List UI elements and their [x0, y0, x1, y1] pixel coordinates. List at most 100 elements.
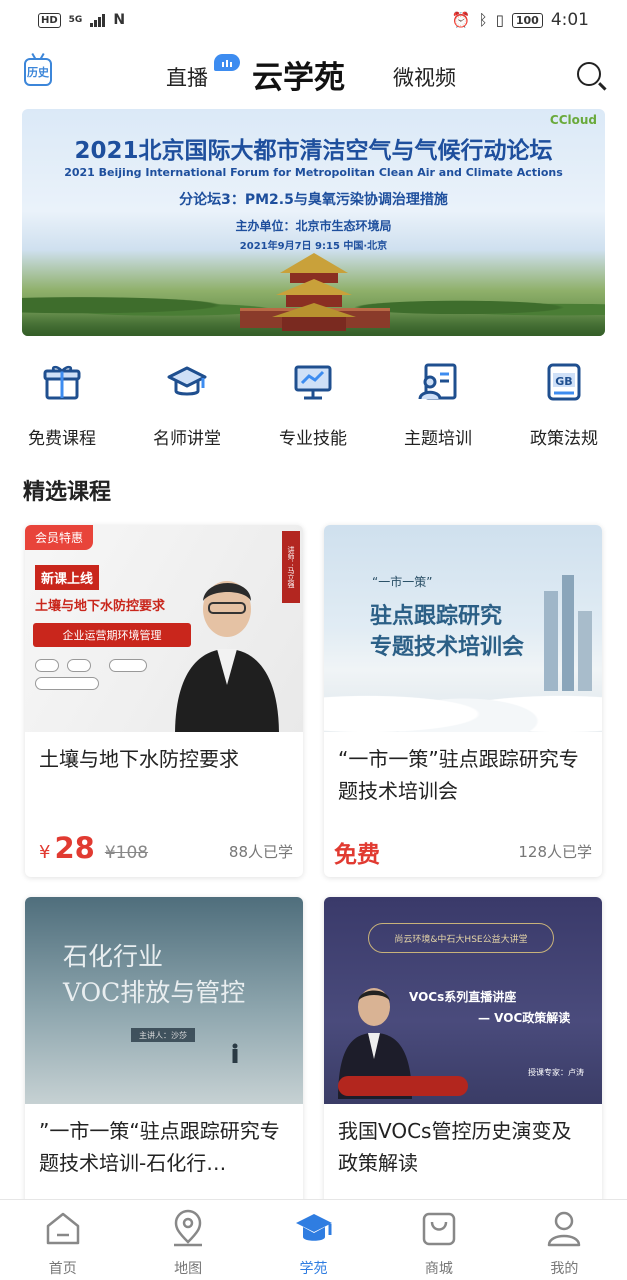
network-type: 5G	[68, 15, 83, 25]
thumbnail-chip	[35, 677, 99, 690]
tower-illustration	[272, 253, 356, 331]
shopping-bag-icon	[422, 1212, 456, 1246]
graduation-cap-icon	[295, 1214, 332, 1241]
course-thumbnail: 尚云环境&中石大HSE公益大讲堂 VOCs系列直播讲座 — VOC政策解读 授课…	[324, 897, 602, 1104]
walking-figure-illustration	[232, 1043, 238, 1063]
status-bar: HD 5G N ⏰ ᛒ ▯ 100 4:01	[0, 0, 627, 40]
nav-label: 首页	[48, 1261, 77, 1277]
gift-icon	[43, 365, 81, 400]
nav-shop[interactable]: 商城	[376, 1200, 501, 1280]
gb-document-icon: GB	[547, 363, 581, 401]
course-title: 我国VOCs管控历史演变及政策解读	[338, 1119, 572, 1175]
status-right: ⏰ ᛒ ▯ 100 4:01	[452, 10, 589, 30]
banner-date: 2021年9月7日 9:15 中国·北京	[239, 241, 388, 252]
category-label: 政策法规	[530, 429, 598, 449]
category-famous-teachers[interactable]: 名师讲堂	[132, 360, 242, 449]
thumbnail-line: 驻点跟踪研究	[370, 604, 503, 629]
free-price-label: 免费	[334, 842, 380, 868]
banner-host: 主办单位：北京市生态环境局	[235, 219, 392, 233]
thumbnail-chip	[67, 659, 91, 672]
category-label: 主题培训	[404, 429, 472, 449]
price-amount: 28	[54, 831, 95, 865]
nav-label: 地图	[174, 1261, 203, 1277]
cloud-illustration	[324, 672, 602, 732]
svg-text:GB: GB	[555, 375, 572, 388]
nav-home[interactable]: 首页	[0, 1200, 125, 1280]
learner-count: 88人已学	[228, 843, 293, 861]
search-icon[interactable]	[577, 62, 601, 86]
course-card[interactable]: “一市一策” 驻点跟踪研究 专题技术培训会 “一市一策”驻点跟踪研究专题技术培训…	[324, 525, 602, 877]
hd-indicator: HD	[38, 12, 61, 28]
podium-illustration	[338, 1076, 468, 1096]
course-title: “一市一策”驻点跟踪研究专题技术培训会	[338, 747, 579, 803]
app-header: 历史 直播 云学苑 微视频	[0, 40, 627, 110]
lecturer-photo	[175, 581, 279, 732]
member-discount-badge: 会员特惠	[25, 525, 94, 550]
thumbnail-line: VOCs系列直播讲座	[409, 990, 517, 1004]
thumbnail-pill: 尚云环境&中石大HSE公益大讲堂	[368, 923, 554, 953]
course-card[interactable]: 石化行业 VOC排放与管控 主讲人：沙莎 ”一市一策“驻点跟踪研究专题技术培训-…	[25, 897, 303, 1217]
alarm-icon: ⏰	[451, 11, 471, 29]
live-indicator-icon	[214, 54, 240, 71]
nav-profile[interactable]: 我的	[502, 1200, 627, 1280]
thumbnail-big-text: 驻点跟踪研究 专题技术培训会	[370, 601, 524, 663]
thumbnail-expert: 授课专家：卢涛	[528, 1068, 584, 1077]
nav-label: 学苑	[299, 1261, 328, 1277]
currency-symbol: ¥	[39, 842, 51, 863]
course-thumbnail: “一市一策” 驻点跟踪研究 专题技术培训会	[324, 525, 602, 732]
category-policy-regulations[interactable]: GB 政策法规	[509, 360, 619, 449]
nav-label: 我的	[550, 1261, 579, 1277]
thumbnail-line: 石化行业	[63, 942, 164, 971]
map-pin-icon	[174, 1209, 203, 1247]
category-label: 名师讲堂	[153, 429, 221, 449]
monitor-chart-icon	[294, 365, 332, 400]
bluetooth-icon: ᛒ	[478, 11, 488, 29]
banner-title: 2021北京国际大都市清洁空气与气候行动论坛	[74, 138, 553, 164]
course-title: ”一市一策“驻点跟踪研究专题技术培训-石化行…	[39, 1119, 280, 1175]
original-price: ¥108	[104, 843, 149, 863]
thumbnail-chip	[35, 659, 59, 672]
course-price: ¥ 28 ¥108	[39, 831, 148, 865]
thumbnail-headline: 土壤与地下水防控要求	[35, 599, 166, 614]
battery-icon: 100	[511, 12, 543, 28]
course-card[interactable]: 会员特惠 新课上线 土壤与地下水防控要求 企业运营期环境管理 讲师：马立强 土壤…	[25, 525, 303, 877]
nfc-icon: N	[113, 12, 126, 28]
course-thumbnail: 石化行业 VOC排放与管控 主讲人：沙莎	[25, 897, 303, 1104]
banner-logo: CCloud	[549, 113, 597, 127]
tab-micro-video[interactable]: 微视频	[393, 62, 456, 92]
tab-live[interactable]: 直播	[166, 62, 208, 92]
bottom-navigation: 首页 地图 学苑 商城 我的	[0, 1199, 627, 1280]
thumbnail-line: — VOC政策解读	[478, 1011, 571, 1025]
category-themed-training[interactable]: 主题培训	[383, 360, 493, 449]
profile-icon	[548, 1211, 581, 1247]
nav-label: 商城	[424, 1261, 453, 1277]
section-title: 精选课程	[23, 480, 112, 505]
graduation-cap-icon	[167, 366, 207, 396]
history-icon[interactable]: 历史	[24, 58, 52, 86]
signal-icon	[90, 13, 106, 27]
nav-map[interactable]: 地图	[125, 1200, 250, 1280]
thumbnail-chip	[109, 659, 147, 672]
banner-subtitle: 分论坛3：PM2.5与臭氧污染协调治理措施	[179, 192, 448, 208]
thumbnail-small-text: “一市一策”	[372, 575, 433, 589]
promo-banner[interactable]: CCloud 2021北京国际大都市清洁空气与气候行动论坛 2021 Beiji…	[22, 109, 605, 336]
tab-academy[interactable]: 云学苑	[252, 52, 345, 97]
learner-count: 128人已学	[518, 843, 592, 861]
banner-title-english: 2021 Beijing International Forum for Met…	[64, 166, 563, 179]
thumbnail-lecturer: 主讲人：沙莎	[131, 1028, 195, 1042]
thumbnail-line: VOC排放与管控	[63, 978, 246, 1007]
category-free-courses[interactable]: 免费课程	[7, 360, 117, 449]
status-time: 4:01	[550, 10, 589, 30]
person-document-icon	[418, 363, 457, 400]
category-label: 专业技能	[279, 429, 347, 449]
vibrate-icon: ▯	[495, 11, 504, 29]
status-left: HD 5G N	[38, 12, 125, 28]
nav-academy[interactable]: 学苑	[251, 1200, 376, 1280]
course-card[interactable]: 尚云环境&中石大HSE公益大讲堂 VOCs系列直播讲座 — VOC政策解读 授课…	[324, 897, 602, 1217]
home-icon	[46, 1212, 79, 1245]
course-thumbnail: 会员特惠 新课上线 土壤与地下水防控要求 企业运营期环境管理 讲师：马立强	[25, 525, 303, 732]
category-label: 免费课程	[28, 429, 96, 449]
course-title: 土壤与地下水防控要求	[39, 747, 239, 771]
new-course-label: 新课上线	[35, 565, 100, 590]
category-professional-skills[interactable]: 专业技能	[258, 360, 368, 449]
